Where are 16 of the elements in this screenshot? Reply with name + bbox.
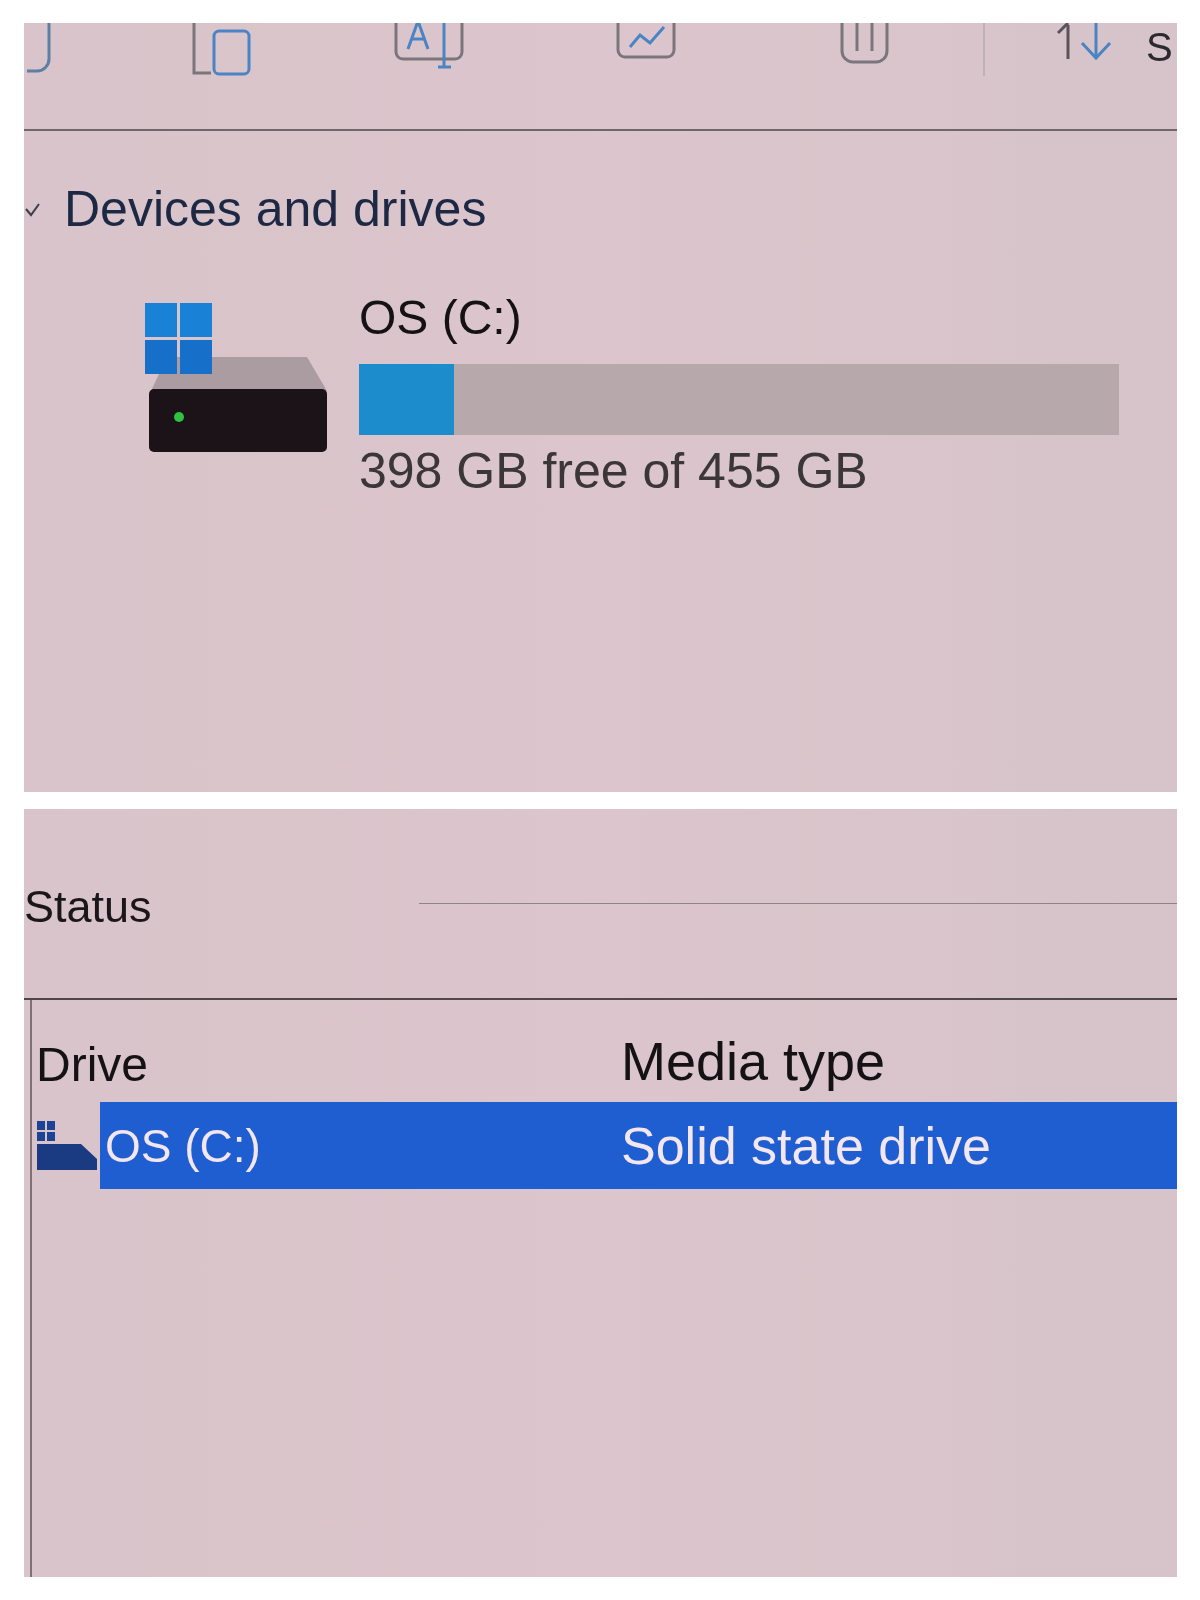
share-icon[interactable]: [616, 23, 676, 59]
rename-icon[interactable]: [394, 23, 467, 69]
trash-icon[interactable]: [838, 23, 891, 65]
table-row[interactable]: OS (C:) Solid state drive: [100, 1102, 1177, 1189]
drive-detail: 398 GB free of 455 GB: [359, 442, 868, 500]
column-header[interactable]: Drive: [36, 1036, 621, 1094]
table-cell: Solid state drive: [621, 1115, 991, 1176]
table-cell-text: OS (C:): [105, 1118, 262, 1173]
toolbar-label[interactable]: S: [1146, 25, 1173, 69]
section-header[interactable]: Devices and drives: [24, 179, 487, 239]
column-header[interactable]: Media type: [621, 1029, 886, 1094]
drive-name[interactable]: OS (C:): [359, 290, 522, 346]
drive-icon: [37, 1121, 97, 1170]
copy-icon[interactable]: [191, 23, 252, 77]
drive-icon: [145, 303, 329, 454]
group-title: Status: [24, 880, 152, 934]
